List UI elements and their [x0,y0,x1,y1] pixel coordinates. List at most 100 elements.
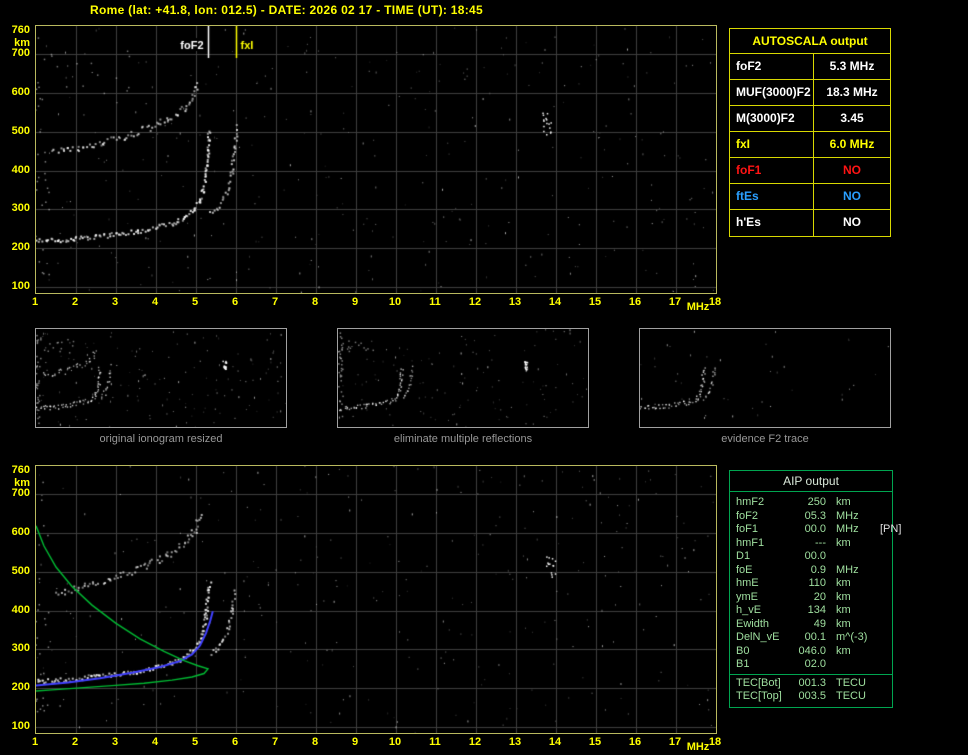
x-tick-label: 16 [628,296,642,308]
y-tick-label: 760 [11,24,30,36]
aip-extra [874,618,892,632]
aip-extra [874,631,892,645]
aip-row-yme: ymE 20 km [730,591,892,605]
x-tick-label: 8 [311,736,319,748]
autoscala-param-value: NO [843,189,861,203]
autoscala-param-label: MUF(3000)F2 [730,80,814,105]
aip-value: 046.0 [798,644,826,657]
aip-unit [828,550,874,564]
aip-row-b1: B1 02.0 [730,658,892,672]
aip-extra [874,658,892,672]
x-tick-label: 7 [271,736,279,748]
autoscala-table-rows: foF2 5.3 MHz MUF(3000)F2 18.3 MHz M(3000)F2 3… [730,54,890,236]
aip-value: 00.0 [804,523,826,535]
autoscala-table-title: AUTOSCALA output [730,29,890,54]
autoscala-param-label: h'Es [730,210,814,236]
aip-unit: MHz [836,523,859,535]
top-ionogram-plot [35,25,717,294]
x-tick-label: 14 [548,296,562,308]
x-tick-label: 5 [191,296,199,308]
aip-value: --- [815,536,826,549]
autoscala-row-h-es: h'Es NO [730,210,890,236]
aip-row-b0: B0 046.0 km [730,645,892,659]
y-tick-label: 400 [11,604,30,616]
aip-unit: TECU [836,676,866,689]
autoscala-param-label: foF2 [730,54,814,79]
x-tick-label: 9 [351,296,359,308]
thumbnail-eliminate-multiples [337,328,589,428]
x-tick-label: 7 [271,296,279,308]
aip-value: 001.3 [798,676,826,689]
x-tick-label: 4 [151,736,159,748]
x-tick-label: 9 [351,736,359,748]
autoscala-row-fof1: foF1 NO [730,158,890,184]
autoscala-param-value: NO [843,215,861,229]
autoscala-row-ftes: ftEs NO [730,184,890,210]
x-tick-label: 12 [468,736,482,748]
x-tick-label: 15 [588,736,602,748]
aip-label: Ewidth [736,617,770,630]
aip-extra [874,645,892,659]
aip-value: 00.1 [804,631,826,643]
aip-extra [874,550,892,564]
x-tick-label: 11 [429,736,441,748]
aip-extra [874,564,892,578]
aip-row-fof1: foF1 00.0 MHz [PN] [730,523,901,537]
x-tick-label: 6 [231,736,239,748]
thumbnail-original [35,328,287,428]
aip-label: TEC[Top] [736,690,782,702]
aip-unit: km [836,496,851,508]
aip-unit: TECU [836,690,866,702]
aip-extra: [PN] [880,523,902,535]
thumbnail-canvas-original [36,329,286,427]
aip-unit: MHz [836,563,859,576]
aip-value: 20 [813,590,826,603]
autoscala-param-value: 5.3 MHz [829,59,875,73]
aip-row-deln-ve: DelN_vE 00.1 m^(-3) [730,631,892,645]
thumbnail-caption-original: original ionogram resized [99,433,223,445]
bottom-ionogram-plot [35,465,717,734]
x-tick-label: 12 [468,296,482,308]
aip-row-hme: hmE 110 km [730,577,892,591]
aip-extra [874,537,892,551]
aip-row-d1: D1 00.0 [730,550,892,564]
aip-row-tec-top: TEC[Top] 003.5 TECU [730,690,892,704]
autoscala-param-label: M(3000)F2 [730,106,814,131]
x-tick-label: 10 [388,296,402,308]
autoscala-output-table: AUTOSCALA output foF2 5.3 MHz MUF(3000)F2 1… [729,28,891,237]
x-tick-label: 2 [71,296,79,308]
aip-label: hmF1 [736,536,765,549]
aip-unit [828,658,874,672]
autoscala-window: Rome (lat: +41.8, lon: 012.5) - DATE: 20… [0,0,968,755]
aip-label: hmF2 [736,496,765,508]
aip-row-ewidth: Ewidth 49 km [730,618,892,632]
x-tick-label: 4 [151,296,159,308]
autoscala-param-value: 6.0 MHz [829,137,875,151]
x-tick-label: 15 [588,296,602,308]
aip-value: 003.5 [798,690,826,702]
x-tick-label: 1 [31,736,39,748]
aip-extra [874,591,892,605]
y-tick-label: 600 [11,86,30,98]
aip-unit: km [836,590,851,603]
x-tick-label: 3 [111,736,119,748]
y-tick-label: 300 [11,202,30,214]
aip-label: DelN_vE [736,631,780,643]
aip-label: foF2 [736,509,759,522]
aip-value: 05.3 [804,509,826,522]
aip-row-hmf1: hmF1 --- km [730,537,892,551]
y-tick-label: 100 [11,720,30,732]
y-tick-label: 300 [11,642,30,654]
aip-value: 00.0 [804,550,826,562]
x-tick-label: 13 [508,736,522,748]
page-title: Rome (lat: +41.8, lon: 012.5) - DATE: 20… [90,3,483,17]
y-tick-label: 500 [11,565,30,577]
autoscala-param-label: fxI [730,132,814,157]
aip-table-title: AIP output [730,471,892,492]
aip-label: B0 [736,644,750,657]
x-tick-label: 2 [71,736,79,748]
autoscala-row-muf-3000-f2: MUF(3000)F2 18.3 MHz [730,80,890,106]
y-tick-label: 500 [11,125,30,137]
aip-row-foe: foE 0.9 MHz [730,564,892,578]
aip-row-fof2: foF2 05.3 MHz [730,510,892,524]
